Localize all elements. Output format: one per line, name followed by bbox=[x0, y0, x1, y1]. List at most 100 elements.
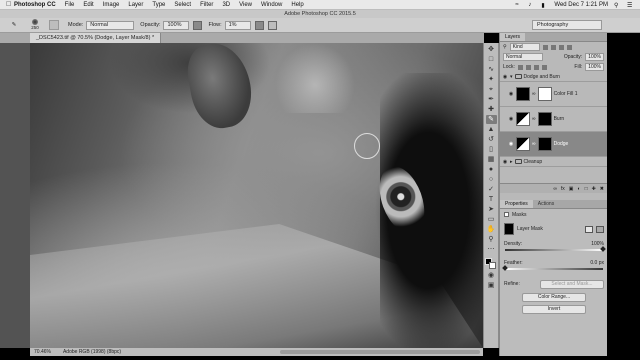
layer-burn[interactable]: ◉ ∞ Burn bbox=[500, 107, 607, 132]
screen-mode-icon[interactable]: ▣ bbox=[486, 281, 497, 290]
new-layer-icon[interactable]: ✚ bbox=[592, 186, 596, 192]
path-selection-tool-icon[interactable]: ➤ bbox=[486, 205, 497, 214]
layer-dodge[interactable]: ◉ ∞ Dodge bbox=[500, 132, 607, 157]
visibility-eye-icon[interactable]: ◉ bbox=[502, 159, 508, 165]
eyedropper-tool-icon[interactable]: ✒ bbox=[486, 95, 497, 104]
dodge-tool-icon[interactable]: ○ bbox=[486, 175, 497, 184]
disclosure-chevron-down-icon[interactable]: ▾ bbox=[510, 74, 513, 80]
menu-app-name[interactable]: Photoshop CC bbox=[14, 2, 56, 8]
quick-mask-icon[interactable]: ◉ bbox=[486, 271, 497, 280]
lock-transparent-icon[interactable] bbox=[517, 64, 523, 70]
move-tool-icon[interactable]: ✥ bbox=[486, 45, 497, 54]
visibility-eye-icon[interactable]: ◉ bbox=[508, 141, 514, 147]
gradient-tool-icon[interactable]: ▦ bbox=[486, 155, 497, 164]
density-slider[interactable] bbox=[505, 246, 606, 252]
add-vector-mask-icon[interactable] bbox=[596, 225, 604, 233]
shape-tool-icon[interactable]: ▭ bbox=[486, 215, 497, 224]
fx-icon[interactable]: fx bbox=[561, 186, 565, 192]
kind-filter-select[interactable]: Kind bbox=[509, 43, 540, 51]
pressure-opacity-icon[interactable] bbox=[193, 20, 203, 30]
tab-layers[interactable]: Layers bbox=[500, 33, 526, 41]
lasso-tool-icon[interactable]: ∿ bbox=[486, 65, 497, 74]
add-mask-icon[interactable]: ▣ bbox=[569, 186, 574, 192]
healing-brush-tool-icon[interactable]: ✚ bbox=[486, 105, 497, 114]
lock-position-icon[interactable] bbox=[533, 64, 539, 70]
layer-mask-thumbnail[interactable] bbox=[537, 112, 552, 126]
volume-icon[interactable]: ♪ bbox=[528, 2, 535, 8]
layer-blend-mode-select[interactable]: Normal bbox=[503, 53, 543, 61]
filter-adjust-icon[interactable] bbox=[550, 44, 556, 50]
layer-group-dodge-and-burn[interactable]: ◉ ▾ Dodge and Burn bbox=[500, 72, 607, 82]
visibility-eye-icon[interactable]: ◉ bbox=[508, 91, 514, 97]
history-brush-tool-icon[interactable]: ↺ bbox=[486, 135, 497, 144]
workspace-select[interactable]: Photography bbox=[532, 20, 602, 30]
brush-size-picker[interactable]: 250 bbox=[24, 19, 46, 31]
quick-select-tool-icon[interactable]: ✦ bbox=[486, 75, 497, 84]
select-and-mask-button[interactable]: Select and Mask... bbox=[540, 279, 604, 289]
zoom-level[interactable]: 70.46% bbox=[34, 348, 51, 356]
filter-shape-icon[interactable] bbox=[566, 44, 572, 50]
fill-input[interactable]: 100% bbox=[585, 63, 604, 71]
eraser-tool-icon[interactable]: ▯ bbox=[486, 145, 497, 154]
pen-tool-icon[interactable]: ✓ bbox=[486, 185, 497, 194]
menubar-clock[interactable]: Wed Dec 7 1:21 PM bbox=[554, 2, 608, 8]
menu-3d[interactable]: 3D bbox=[222, 2, 230, 8]
menu-help[interactable]: Help bbox=[291, 2, 303, 8]
menu-edit[interactable]: Edit bbox=[83, 2, 93, 8]
zoom-tool-icon[interactable]: ⚲ bbox=[486, 235, 497, 244]
document-tab[interactable]: _DSC5423.tif @ 70.5% (Dodge, Layer Mask/… bbox=[30, 33, 162, 43]
opacity-input[interactable]: 100% bbox=[163, 20, 190, 30]
filter-type-icon[interactable] bbox=[558, 44, 564, 50]
hand-tool-icon[interactable]: ✋ bbox=[486, 225, 497, 234]
invert-button[interactable]: Invert bbox=[522, 305, 586, 314]
menu-window[interactable]: Window bbox=[261, 2, 282, 8]
lock-image-icon[interactable] bbox=[525, 64, 531, 70]
layer-color-fill[interactable]: ◉ ∞ Color Fill 1 bbox=[500, 82, 607, 107]
filter-pixel-icon[interactable] bbox=[542, 44, 548, 50]
airbrush-icon[interactable] bbox=[254, 20, 264, 30]
tab-properties[interactable]: Properties bbox=[500, 200, 533, 208]
brush-panel-toggle[interactable] bbox=[49, 20, 59, 30]
link-layers-icon[interactable]: ∞ bbox=[553, 186, 557, 192]
battery-icon[interactable]: ▮ bbox=[541, 2, 548, 9]
brush-tool-preset-icon[interactable]: ✎ bbox=[4, 19, 24, 31]
horizontal-scrollbar[interactable] bbox=[280, 350, 480, 354]
background-color-swatch[interactable] bbox=[489, 262, 496, 269]
marquee-tool-icon[interactable]: □ bbox=[486, 55, 497, 64]
more-tools-icon[interactable]: ⋯ bbox=[486, 245, 497, 254]
feather-value[interactable]: 0.0 px bbox=[590, 260, 604, 266]
color-range-button[interactable]: Color Range... bbox=[522, 293, 586, 302]
search-icon[interactable]: ⚲ bbox=[614, 2, 621, 9]
menu-type[interactable]: Type bbox=[152, 2, 165, 8]
adjustment-icon[interactable]: ◐ bbox=[578, 186, 581, 192]
menu-select[interactable]: Select bbox=[174, 2, 191, 8]
crop-tool-icon[interactable]: ⌖ bbox=[486, 85, 497, 94]
menu-view[interactable]: View bbox=[239, 2, 252, 8]
blur-tool-icon[interactable]: ● bbox=[486, 165, 497, 174]
menu-file[interactable]: File bbox=[65, 2, 75, 8]
visibility-eye-icon[interactable]: ◉ bbox=[502, 74, 508, 80]
menu-layer[interactable]: Layer bbox=[128, 2, 143, 8]
wifi-icon[interactable]: ≈ bbox=[515, 2, 522, 8]
tab-actions[interactable]: Actions bbox=[533, 200, 559, 208]
apple-icon[interactable]:  bbox=[6, 1, 14, 8]
menu-image[interactable]: Image bbox=[103, 2, 120, 8]
brush-tool-icon[interactable]: ✎ bbox=[485, 115, 497, 124]
pressure-size-icon[interactable] bbox=[267, 20, 277, 30]
select-pixel-mask-icon[interactable] bbox=[585, 225, 593, 233]
flow-input[interactable]: 1% bbox=[224, 20, 251, 30]
list-icon[interactable]: ☰ bbox=[627, 2, 634, 9]
disclosure-chevron-right-icon[interactable]: ▸ bbox=[510, 159, 513, 165]
color-profile[interactable]: Adobe RGB (1998) (8bpc) bbox=[63, 348, 121, 356]
layer-opacity-input[interactable]: 100% bbox=[585, 53, 604, 61]
feather-slider[interactable] bbox=[502, 265, 603, 271]
layer-group-cleanup[interactable]: ◉ ▸ Cleanup bbox=[500, 157, 607, 167]
trash-icon[interactable]: ✖ bbox=[600, 186, 604, 192]
layer-mask-thumbnail[interactable] bbox=[537, 137, 552, 151]
clone-stamp-tool-icon[interactable]: ▲ bbox=[486, 125, 497, 134]
mode-select[interactable]: Normal bbox=[86, 20, 135, 30]
lock-all-icon[interactable] bbox=[541, 64, 547, 70]
new-group-icon[interactable]: □ bbox=[585, 186, 588, 192]
visibility-eye-icon[interactable]: ◉ bbox=[508, 116, 514, 122]
type-tool-icon[interactable]: T bbox=[486, 195, 497, 204]
